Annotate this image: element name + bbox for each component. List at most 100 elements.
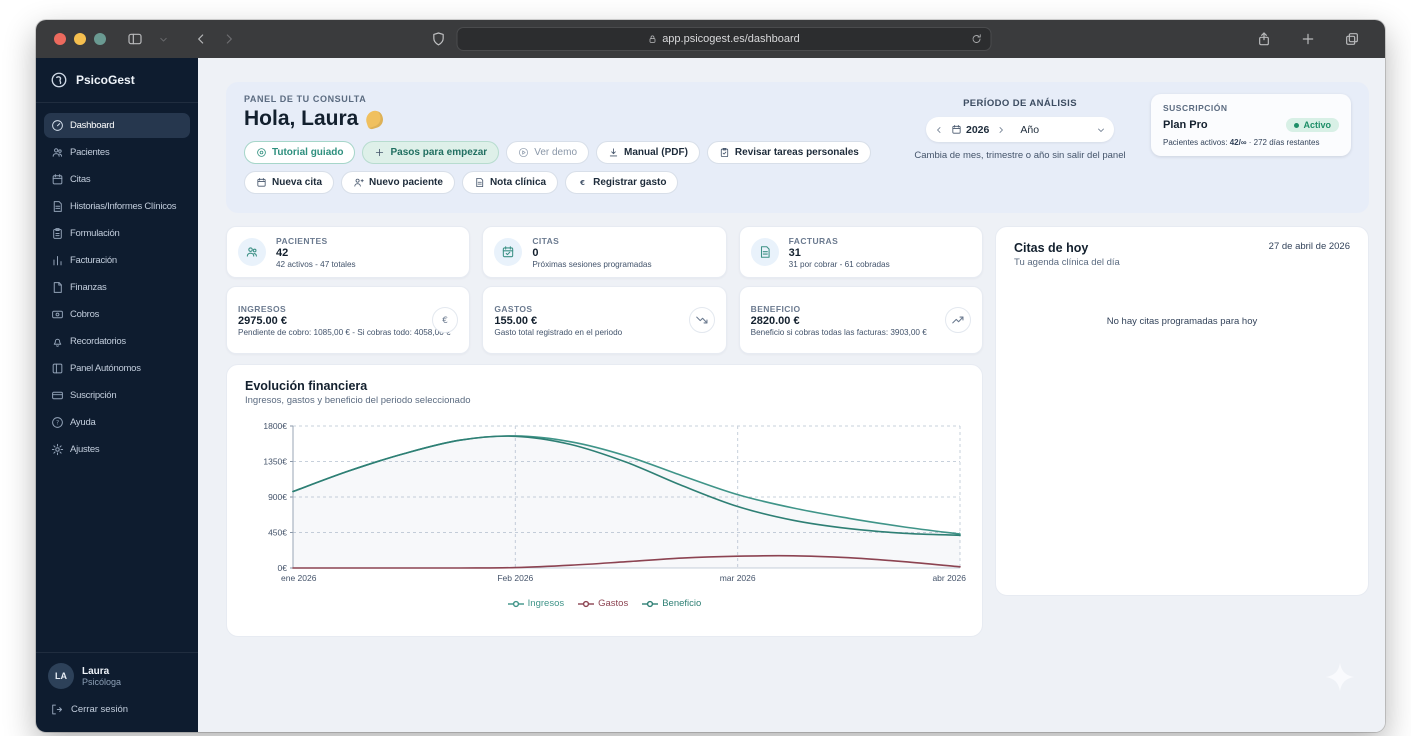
user-profile[interactable]: LA Laura Psicóloga <box>48 663 186 689</box>
subscription-detail: Pacientes activos: 42/∞ · 272 días resta… <box>1163 138 1320 147</box>
sidebar-item-finanzas[interactable]: Finanzas <box>44 275 190 300</box>
browser-window: app.psicogest.es/dashboard PsicoGest Das… <box>36 20 1385 732</box>
sidebar-item-historias[interactable]: Historias/Informes Clínicos <box>44 194 190 219</box>
stat-title: BENEFICIO <box>750 303 801 314</box>
stat-card-pacientes: PACIENTES 42 42 activos - 47 totales <box>226 226 471 278</box>
svg-text:€: € <box>443 316 449 326</box>
svg-text:0€: 0€ <box>278 563 288 573</box>
finance-chart: 0€ 450€ 900€ 1350€ 1800€ ene 2026 Feb 2026 mar … <box>245 416 966 592</box>
period-mode-value: Año <box>1020 123 1040 136</box>
revisar-tareas-button[interactable]: Revisar tareas personales <box>706 141 871 164</box>
period-prev-icon[interactable] <box>934 125 944 135</box>
note-icon <box>474 177 485 188</box>
brain-logo-icon <box>50 71 68 89</box>
stat-sub: Gasto total registrado en el periodo <box>494 327 623 337</box>
stat-value: 0 <box>532 246 539 259</box>
manual-pdf-button[interactable]: Manual (PDF) <box>596 141 700 164</box>
sidebar-item-label: Dashboard <box>70 120 115 131</box>
nuevo-paciente-button[interactable]: Nuevo paciente <box>341 171 455 194</box>
stat-title: PACIENTES <box>276 235 328 246</box>
sidebar-item-label: Formulación <box>70 228 120 239</box>
svg-text:€: € <box>579 179 585 187</box>
document-icon <box>51 200 64 213</box>
play-icon <box>518 147 529 158</box>
svg-text:1350€: 1350€ <box>263 457 287 467</box>
sidebar-item-recordatorios[interactable]: Recordatorios <box>44 329 190 354</box>
sidebar-item-formulacion[interactable]: Formulación <box>44 221 190 246</box>
lock-icon <box>647 34 657 44</box>
stat-card-facturas: FACTURAS 31 31 por cobrar - 61 cobradas <box>738 226 983 278</box>
plus-icon <box>374 147 385 158</box>
sidebar-item-suscripcion[interactable]: Suscripción <box>44 383 190 408</box>
sidebar-item-label: Ajustes <box>70 444 100 455</box>
stat-sub: 42 activos - 47 totales <box>276 259 356 269</box>
privacy-shield-icon[interactable] <box>430 31 446 47</box>
empty-state-message: No hay citas programadas para hoy <box>1106 316 1258 327</box>
sidebar-item-pacientes[interactable]: Pacientes <box>44 140 190 165</box>
sidebar-item-ayuda[interactable]: ? Ayuda <box>44 410 190 435</box>
bell-icon <box>51 335 64 348</box>
calendar-icon <box>256 177 267 188</box>
button-label: Nuevo paciente <box>369 177 443 188</box>
new-tab-icon[interactable] <box>1297 28 1319 50</box>
back-icon[interactable] <box>190 28 212 50</box>
sparkle-decoration <box>1325 662 1355 692</box>
period-selector: 2026 Año <box>926 117 1114 142</box>
sidebar-item-facturacion[interactable]: Facturación <box>44 248 190 273</box>
subscription-card: SUSCRIPCIÓN Plan Pro Activo Pacientes ac… <box>1151 94 1351 156</box>
sidebar-toggle-icon[interactable] <box>124 28 146 50</box>
minimize-window-button[interactable] <box>74 33 86 45</box>
zoom-window-button[interactable] <box>94 33 106 45</box>
stat-sub: 31 por cobrar - 61 cobradas <box>788 259 890 269</box>
sidebar-item-label: Recordatorios <box>70 336 126 347</box>
greeting-text: Hola, Laura <box>244 107 359 130</box>
sidebar-item-cobros[interactable]: Cobros <box>44 302 190 327</box>
stat-card-gastos: GASTOS 155.00 € Gasto total registrado e… <box>482 286 727 354</box>
sidebar-item-label: Finanzas <box>70 282 107 293</box>
stat-title: GASTOS <box>494 303 533 314</box>
tabs-overview-icon[interactable] <box>1341 28 1363 50</box>
today-appointments-card: Citas de hoy Tu agenda clínica del día 2… <box>995 226 1369 596</box>
nota-clinica-button[interactable]: Nota clínica <box>461 171 559 194</box>
stat-card-ingresos: INGRESOS 2975.00 € Pendiente de cobro: 1… <box>226 286 471 354</box>
panel-eyebrow: PANEL DE TU CONSULTA <box>244 94 367 104</box>
legend-item-ingresos: Ingresos <box>507 598 564 609</box>
logout-button[interactable]: Cerrar sesión <box>48 689 186 728</box>
ver-demo-button[interactable]: Ver demo <box>506 141 590 164</box>
chevron-down-icon[interactable] <box>152 28 174 50</box>
reload-icon[interactable] <box>970 33 982 45</box>
svg-text:Feb 2026: Feb 2026 <box>497 573 533 583</box>
tutorial-guiado-button[interactable]: Tutorial guiado <box>244 141 356 164</box>
period-mode-dropdown[interactable]: Año <box>1006 124 1106 136</box>
period-title: PERÍODO DE ANÁLISIS <box>963 98 1077 109</box>
hero-panel: PANEL DE TU CONSULTA Hola, Laura Tutoria… <box>226 82 1369 213</box>
sidebar-item-panel-autonomos[interactable]: Panel Autónomos <box>44 356 190 381</box>
sidebar-item-ajustes[interactable]: Ajustes <box>44 437 190 462</box>
period-caption: Cambia de mes, trimestre o año sin salir… <box>914 150 1126 161</box>
app-name: PsicoGest <box>76 73 135 87</box>
banknote-icon <box>51 308 64 321</box>
button-label: Nota clínica <box>489 177 547 188</box>
app-logo: PsicoGest <box>36 58 198 103</box>
share-icon[interactable] <box>1253 28 1275 50</box>
sidebar-item-citas[interactable]: Citas <box>44 167 190 192</box>
target-icon <box>256 147 267 158</box>
stat-sub: Pendiente de cobro: 1085,00 € - Si cobra… <box>238 327 451 337</box>
download-icon <box>608 147 619 158</box>
nueva-cita-button[interactable]: Nueva cita <box>244 171 335 194</box>
sidebar-item-dashboard[interactable]: Dashboard <box>44 113 190 138</box>
pasos-para-empezar-button[interactable]: Pasos para empezar <box>362 141 500 164</box>
address-bar[interactable]: app.psicogest.es/dashboard <box>456 27 991 51</box>
logout-icon <box>50 703 63 716</box>
stat-value: 2820.00 € <box>750 314 800 327</box>
svg-text:900€: 900€ <box>268 492 287 502</box>
stat-card-citas: CITAS 0 Próximas sesiones programadas <box>482 226 727 278</box>
sidebar-item-label: Cobros <box>70 309 100 320</box>
forward-icon[interactable] <box>218 28 240 50</box>
registrar-gasto-button[interactable]: € Registrar gasto <box>565 171 679 194</box>
close-window-button[interactable] <box>54 33 66 45</box>
stats-grid: PACIENTES 42 42 activos - 47 totales CIT… <box>226 226 983 354</box>
avatar: LA <box>48 663 74 689</box>
logout-label: Cerrar sesión <box>71 704 129 715</box>
period-next-icon[interactable] <box>996 125 1006 135</box>
